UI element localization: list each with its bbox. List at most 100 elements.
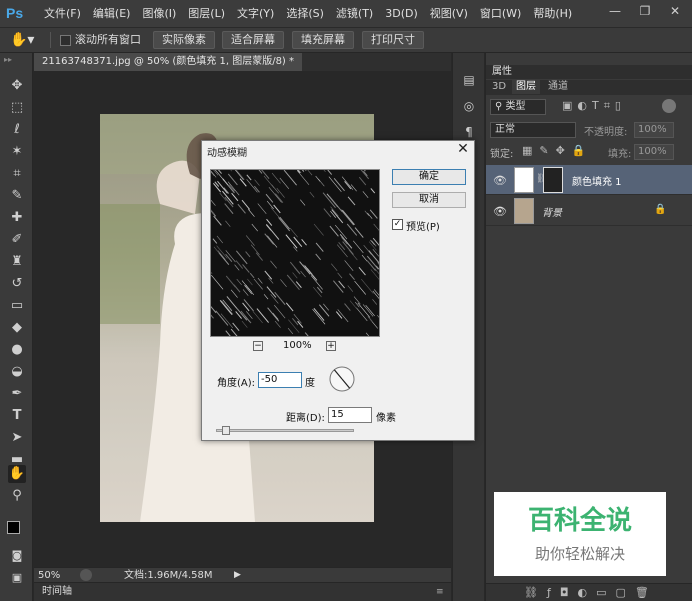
- path-selection-tool-icon[interactable]: ➤: [8, 429, 26, 447]
- menu-item-8[interactable]: 视图(V): [424, 0, 474, 28]
- fit-screen-button[interactable]: 适合屏幕: [222, 31, 284, 49]
- foreground-color-swatch[interactable]: [7, 521, 20, 534]
- distance-input[interactable]: 15: [328, 407, 372, 423]
- menu-item-4[interactable]: 文字(Y): [231, 0, 280, 28]
- cancel-button[interactable]: 取消: [392, 192, 466, 208]
- rain-streak: [312, 309, 326, 325]
- brush-tool-icon[interactable]: ✐: [8, 231, 26, 249]
- rain-streak: [354, 301, 360, 308]
- minimize-button[interactable]: —: [600, 0, 630, 22]
- fill-screen-button[interactable]: 填充屏幕: [292, 31, 354, 49]
- paint-bucket-tool-icon[interactable]: ◆: [8, 319, 26, 337]
- hand-tool-icon[interactable]: ✋: [8, 465, 26, 483]
- zoom-tool-icon[interactable]: ⚲: [8, 487, 26, 505]
- layer-name[interactable]: 颜色填充 1: [572, 173, 622, 188]
- tab-3d[interactable]: 3D: [488, 80, 510, 94]
- move-tool-icon[interactable]: ✥: [8, 77, 26, 95]
- layer-row-color-fill[interactable]: 👁 ⛓ 颜色填充 1: [486, 165, 692, 195]
- quick-mask-icon[interactable]: ◙: [8, 547, 26, 565]
- menu-item-5[interactable]: 选择(S): [280, 0, 330, 28]
- collapse-icon[interactable]: ▸▸: [4, 55, 12, 64]
- rain-streak: [266, 286, 277, 298]
- preview-checkbox[interactable]: ✓: [392, 219, 403, 230]
- filter-preview[interactable]: [210, 169, 380, 337]
- rain-streak: [283, 170, 297, 186]
- status-menu-arrow-icon[interactable]: ▶: [234, 569, 241, 582]
- layer-row-background[interactable]: 👁 背景 🔒: [486, 196, 692, 226]
- rain-streak: [223, 187, 230, 194]
- lock-icons[interactable]: ▦✎✥🔒: [522, 144, 593, 157]
- layer-filter-kind[interactable]: ⚲ 类型: [490, 99, 546, 115]
- rain-streak: [358, 266, 366, 276]
- preview-label[interactable]: 预览(P): [406, 218, 440, 233]
- actual-pixels-button[interactable]: 实际像素: [153, 31, 215, 49]
- print-size-button[interactable]: 打印尺寸: [362, 31, 424, 49]
- eyedropper-tool-icon[interactable]: ✎: [8, 187, 26, 205]
- rain-streak: [253, 278, 263, 290]
- menu-item-6[interactable]: 滤镜(T): [330, 0, 379, 28]
- layer-filter-icons[interactable]: ▣◐T⌗▯: [562, 99, 626, 113]
- fill-input[interactable]: 100%: [634, 144, 674, 160]
- history-panel-icon[interactable]: ▤: [460, 73, 478, 91]
- properties-tab[interactable]: 属性: [488, 65, 516, 79]
- distance-slider-track[interactable]: [216, 429, 354, 432]
- document-tab[interactable]: 21163748371.jpg @ 50% (颜色填充 1, 图层蒙版/8) *: [34, 53, 303, 71]
- actions-panel-icon[interactable]: ◎: [460, 99, 478, 117]
- menu-item-7[interactable]: 3D(D): [379, 0, 424, 28]
- screen-mode-icon[interactable]: ▣: [8, 569, 26, 587]
- rain-streak: [296, 335, 297, 336]
- close-window-button[interactable]: ✕: [660, 0, 690, 22]
- rain-streak: [344, 303, 351, 311]
- type-tool-icon[interactable]: T: [8, 407, 26, 425]
- rain-streak: [271, 172, 281, 184]
- dodge-tool-icon[interactable]: ◒: [8, 363, 26, 381]
- dialog-close-button[interactable]: ✕: [454, 141, 472, 157]
- zoom-out-button[interactable]: −: [253, 341, 263, 351]
- pen-tool-icon[interactable]: ✒: [8, 385, 26, 403]
- rain-streak: [225, 275, 236, 288]
- layer-name[interactable]: 背景: [542, 204, 562, 219]
- distance-slider-handle[interactable]: [222, 426, 230, 435]
- filter-toggle[interactable]: [662, 99, 676, 113]
- menu-item-3[interactable]: 图层(L): [182, 0, 231, 28]
- scroll-all-windows-checkbox[interactable]: [60, 35, 71, 46]
- menu-item-0[interactable]: 文件(F): [38, 0, 87, 28]
- rain-streak: [220, 313, 234, 329]
- opacity-input[interactable]: 100%: [634, 122, 674, 138]
- zoom-in-button[interactable]: +: [326, 341, 336, 351]
- zoom-level[interactable]: 50%: [38, 569, 60, 582]
- healing-brush-tool-icon[interactable]: ✚: [8, 209, 26, 227]
- crop-tool-icon[interactable]: ⌗: [8, 165, 26, 183]
- rain-streak: [332, 280, 344, 293]
- hand-tool-preset-icon[interactable]: ✋▾: [10, 31, 38, 49]
- menu-item-2[interactable]: 图像(I): [136, 0, 182, 28]
- timeline-menu-icon[interactable]: ≡: [436, 585, 444, 599]
- angle-input[interactable]: -50: [258, 372, 302, 388]
- layer-mask-thumbnail[interactable]: [543, 167, 563, 193]
- tab-channels[interactable]: 通道: [544, 80, 572, 94]
- eraser-tool-icon[interactable]: ▭: [8, 297, 26, 315]
- eye-icon[interactable]: 👁: [493, 205, 507, 218]
- magic-wand-tool-icon[interactable]: ✶: [8, 143, 26, 161]
- layer-actions-bar[interactable]: ⛓ƒ◘◐▭▢🗑: [486, 583, 692, 601]
- timeline-label[interactable]: 时间轴: [42, 585, 72, 599]
- blend-mode-select[interactable]: 正常: [490, 122, 576, 138]
- blur-tool-icon[interactable]: ●: [8, 341, 26, 359]
- menu-item-9[interactable]: 窗口(W): [474, 0, 527, 28]
- rain-streak: [347, 196, 356, 206]
- ok-button[interactable]: 确定: [392, 169, 466, 185]
- lasso-tool-icon[interactable]: ℓ: [8, 121, 26, 139]
- clone-stamp-tool-icon[interactable]: ♜: [8, 253, 26, 271]
- menu-item-10[interactable]: 帮助(H): [527, 0, 578, 28]
- eye-icon[interactable]: 👁: [493, 174, 507, 187]
- document-info: 文档:1.96M/4.58M: [124, 570, 213, 581]
- tab-layers[interactable]: 图层: [512, 80, 540, 94]
- restore-button[interactable]: ❐: [630, 0, 660, 22]
- marquee-tool-icon[interactable]: ⬚: [8, 99, 26, 117]
- menu-item-1[interactable]: 编辑(E): [87, 0, 137, 28]
- lock-icon: 🔒: [654, 204, 667, 215]
- angle-dial[interactable]: [328, 365, 356, 393]
- status-info-icon[interactable]: [80, 569, 92, 581]
- history-brush-tool-icon[interactable]: ↺: [8, 275, 26, 293]
- rain-streak: [372, 299, 378, 305]
